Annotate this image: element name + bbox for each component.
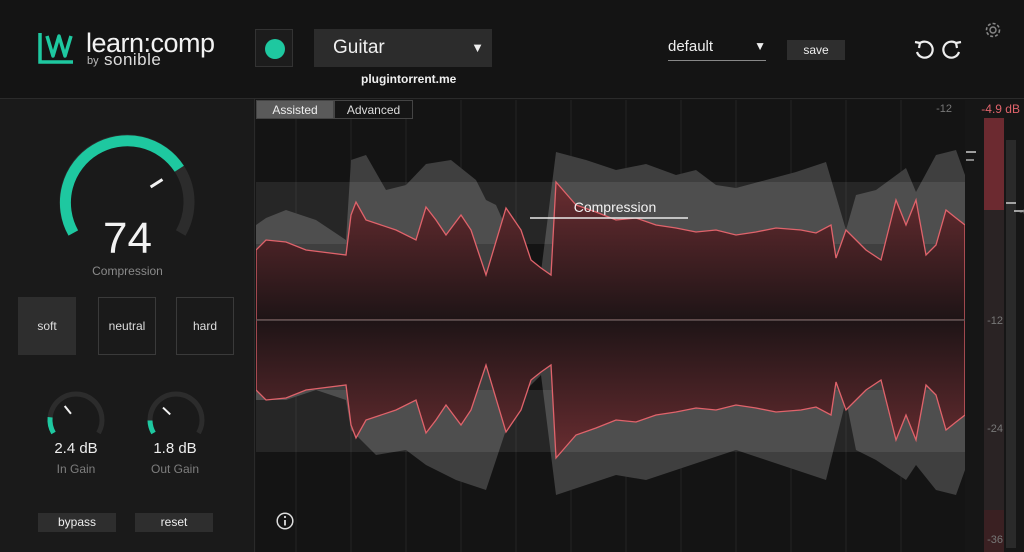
tab-advanced[interactable]: Advanced xyxy=(334,100,413,119)
brand-by-text: by xyxy=(87,55,99,67)
waveform-visualizer xyxy=(256,100,965,552)
mode-hard-button[interactable]: hard xyxy=(176,297,234,355)
scale-label: -24 xyxy=(987,423,1003,435)
reset-button[interactable]: reset xyxy=(135,513,213,532)
info-icon[interactable] xyxy=(276,512,294,530)
watermark-text: plugintorrent.me xyxy=(361,72,457,86)
preset-selected-value: default xyxy=(668,38,714,55)
scale-label: -12 xyxy=(936,103,952,115)
undo-icon[interactable] xyxy=(913,38,935,60)
brand-company: sonible xyxy=(104,50,162,69)
in-gain-label: In Gain xyxy=(56,462,96,476)
gear-icon[interactable] xyxy=(982,19,1004,41)
redo-icon[interactable] xyxy=(941,38,963,60)
learn-comp-logo-icon xyxy=(38,33,73,64)
mode-soft-button[interactable]: soft xyxy=(18,297,76,355)
tab-assisted[interactable]: Assisted xyxy=(256,100,334,119)
out-gain-value: 1.8 dB xyxy=(153,440,197,457)
power-button[interactable] xyxy=(255,29,293,67)
power-icon xyxy=(265,39,285,59)
out-gain-label: Out Gain xyxy=(150,462,200,476)
bypass-button[interactable]: bypass xyxy=(38,513,116,532)
scale-label: -36 xyxy=(987,534,1003,546)
in-gain-value: 2.4 dB xyxy=(54,440,98,457)
preset-dropdown[interactable]: default ▼ xyxy=(668,38,766,61)
compression-annotation: Compression xyxy=(573,199,657,215)
profile-selected-value: Guitar xyxy=(333,37,385,58)
scale-label: -12 xyxy=(987,315,1003,327)
compression-value: 74 xyxy=(103,214,152,263)
mode-neutral-button[interactable]: neutral xyxy=(98,297,156,355)
chevron-down-icon: ▼ xyxy=(471,40,484,55)
chevron-down-icon: ▼ xyxy=(754,39,766,53)
compression-label: Compression xyxy=(92,264,163,278)
save-button[interactable]: save xyxy=(787,40,845,60)
out-gain-knob[interactable] xyxy=(144,390,208,438)
in-gain-knob[interactable] xyxy=(44,390,108,438)
profile-dropdown[interactable]: Guitar ▼ xyxy=(314,29,492,67)
scale-label: -6 xyxy=(1019,206,1024,218)
meter-peak-value: -4.9 dB xyxy=(981,102,1020,116)
